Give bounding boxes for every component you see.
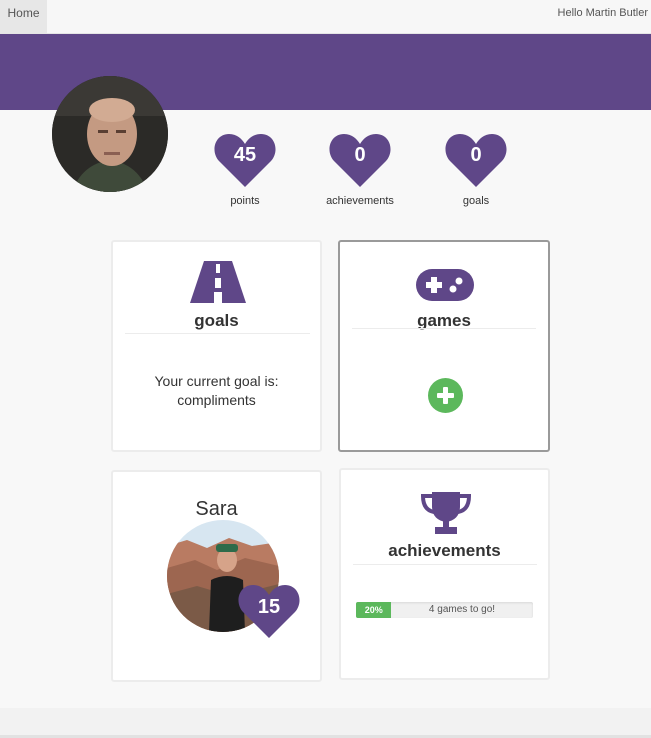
add-game-button[interactable]	[428, 378, 463, 413]
divider	[353, 564, 537, 565]
user-greeting: Hello Martin Butler	[557, 7, 648, 19]
nav-home-link[interactable]: Home	[0, 0, 47, 33]
stat-goals: 0 goals	[431, 131, 521, 207]
games-card[interactable]: games	[338, 240, 550, 452]
friend-points-value: 15	[257, 596, 281, 618]
goals-value: 0	[470, 144, 482, 166]
achievements-card[interactable]: achievements 20% 4 games to go!	[339, 468, 550, 680]
user-avatar-photo	[52, 76, 168, 192]
current-goal-label: Your current goal is:	[154, 373, 279, 389]
current-goal-text: Your current goal is: compliments	[113, 372, 320, 410]
friend-name: Sara	[195, 498, 238, 520]
achievements-title: achievements	[388, 541, 501, 560]
friend-points-badge: 15	[237, 582, 301, 640]
goals-label: goals	[462, 195, 490, 207]
trophy-icon	[420, 492, 472, 534]
heart-icon: 0	[444, 131, 508, 189]
divider	[352, 328, 536, 329]
progress-text: 4 games to go!	[428, 604, 496, 615]
stat-achievements: 0 achievements	[315, 131, 405, 207]
heart-icon: 0	[328, 131, 392, 189]
user-avatar[interactable]	[52, 76, 168, 192]
top-navbar: Home Hello Martin Butler	[0, 0, 651, 34]
current-goal-value: compliments	[177, 392, 256, 408]
gamepad-icon	[416, 269, 474, 301]
points-value: 45	[233, 144, 257, 166]
achievements-label: achievements	[326, 195, 394, 207]
achievements-progress-bar: 20% 4 games to go!	[356, 602, 533, 618]
friend-card[interactable]: Sara 15	[111, 470, 322, 682]
footer-area	[0, 708, 651, 738]
divider	[125, 333, 310, 334]
goals-card[interactable]: goals Your current goal is: compliments	[111, 240, 322, 452]
points-label: points	[230, 195, 260, 207]
heart-icon: 45	[213, 131, 277, 189]
goals-title: goals	[194, 311, 239, 330]
road-icon	[190, 261, 246, 303]
progress-fill: 20%	[356, 602, 392, 618]
stat-points: 45 points	[200, 131, 290, 207]
achievements-value: 0	[354, 144, 366, 166]
